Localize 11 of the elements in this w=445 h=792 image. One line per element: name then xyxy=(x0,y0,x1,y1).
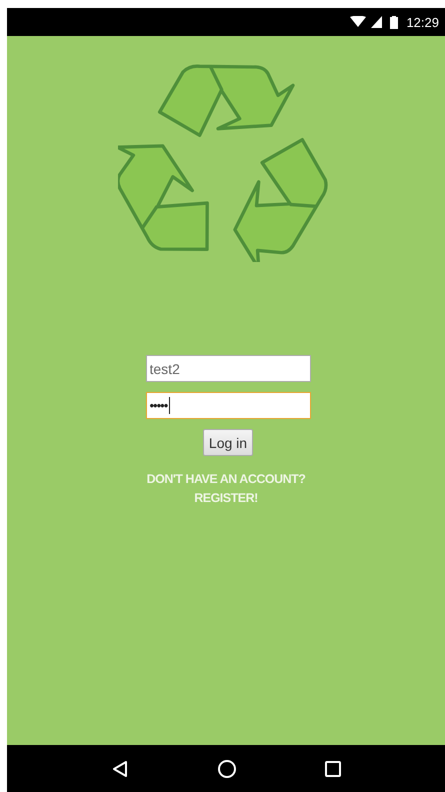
back-icon[interactable] xyxy=(111,760,129,778)
home-icon[interactable] xyxy=(217,758,237,778)
battery-icon xyxy=(390,16,398,28)
wifi-icon xyxy=(350,16,366,28)
recents-icon[interactable] xyxy=(325,760,341,776)
username-field[interactable]: test2 xyxy=(146,355,310,382)
recycle-icon xyxy=(118,62,328,262)
clock-time: 12:29 xyxy=(406,14,439,30)
signal-icon xyxy=(371,16,382,28)
password-field[interactable]: ••••• xyxy=(146,392,310,419)
login-button[interactable]: Log in xyxy=(202,429,254,456)
